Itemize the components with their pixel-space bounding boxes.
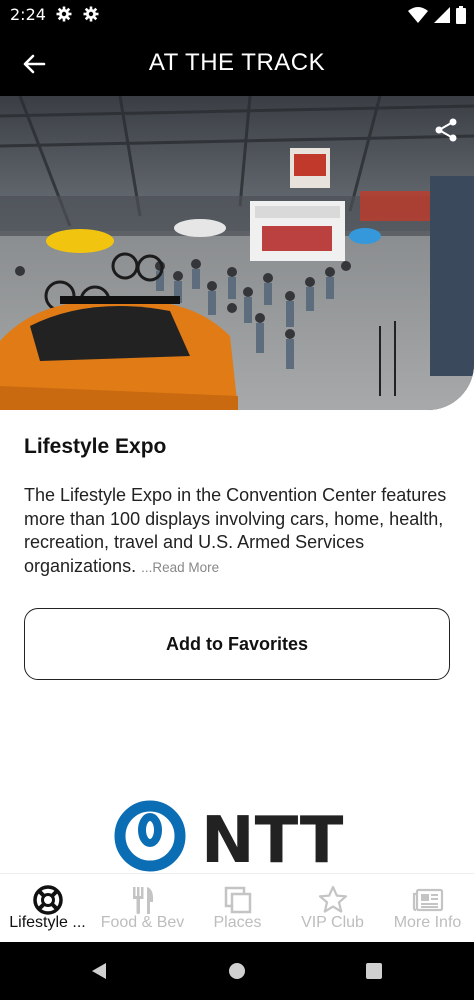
ntt-logo: NTT (114, 800, 344, 878)
tab-food-bev[interactable]: Food & Bev (95, 874, 190, 943)
tab-vip-club[interactable]: VIP Club (285, 874, 380, 943)
lifebuoy-icon (32, 885, 63, 915)
tab-vip-club-label: VIP Club (301, 914, 364, 931)
add-to-favorites-button[interactable]: Add to Favorites (24, 608, 450, 680)
wifi-icon (408, 7, 428, 23)
battery-icon (456, 6, 466, 24)
home-circle-icon[interactable] (228, 962, 246, 980)
tab-places[interactable]: Places (190, 874, 285, 943)
utensils-icon (132, 887, 153, 914)
back-triangle-icon[interactable] (90, 962, 108, 980)
share-icon[interactable] (432, 116, 460, 144)
signal-icon (434, 7, 450, 23)
gear-icon (56, 6, 72, 22)
system-nav-bar (0, 942, 474, 1000)
recents-square-icon[interactable] (365, 962, 383, 980)
tab-lifestyle[interactable]: Lifestyle ... (0, 874, 95, 943)
places-icon (224, 886, 251, 914)
expo-hall-image (0, 96, 474, 410)
page-title: AT THE TRACK (148, 49, 326, 76)
status-time: 2:24 (10, 5, 46, 24)
bottom-nav: Lifestyle ... Food & Bev Places VIP Club (0, 873, 474, 942)
event-title: Lifestyle Expo (24, 435, 167, 458)
tab-more-info[interactable]: More Info (380, 874, 474, 943)
hero-image (0, 96, 474, 410)
ntt-wordmark: NTT (201, 804, 344, 872)
tab-places-label: Places (213, 914, 262, 931)
status-bar: 2:24 (0, 0, 474, 30)
event-description-text: The Lifestyle Expo in the Convention Cen… (24, 485, 447, 576)
tab-lifestyle-label: Lifestyle ... (9, 914, 86, 931)
sponsor-logo: NTT (113, 800, 363, 878)
app-bar: AT THE TRACK (0, 30, 474, 96)
tab-food-bev-label: Food & Bev (100, 914, 185, 931)
read-more-link[interactable]: ...Read More (141, 560, 219, 575)
gear-icon (83, 6, 99, 22)
tab-more-info-label: More Info (393, 914, 462, 931)
star-icon (318, 885, 347, 913)
newspaper-icon (412, 888, 443, 912)
event-description: The Lifestyle Expo in the Convention Cen… (24, 484, 454, 579)
